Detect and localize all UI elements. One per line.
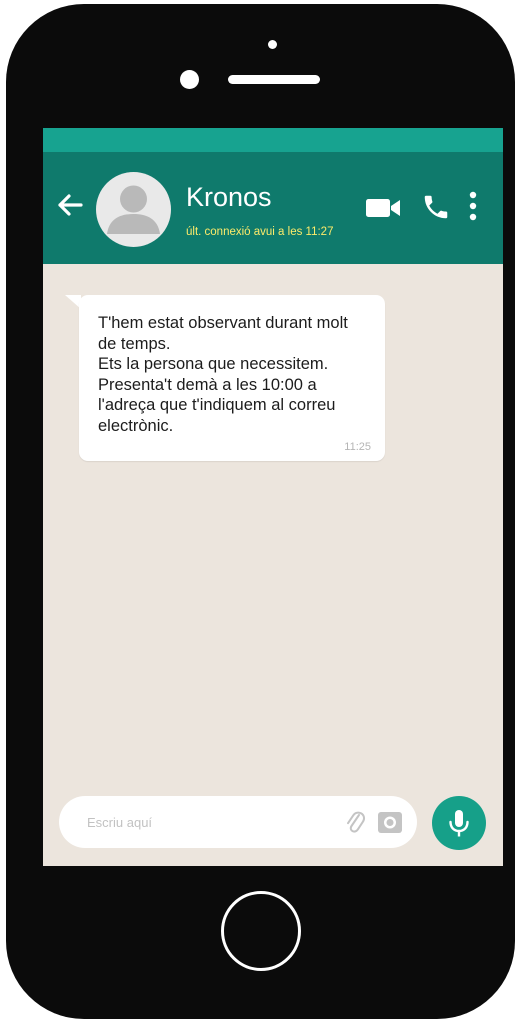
- message-input[interactable]: [87, 811, 327, 833]
- message-line: T'hem estat observant durant molt: [98, 314, 348, 332]
- home-button[interactable]: [221, 891, 301, 971]
- message-composer: [59, 796, 417, 848]
- contact-avatar[interactable]: [96, 172, 171, 247]
- message-line: Presenta't demà a les 10:00 a: [98, 375, 317, 394]
- last-seen-status: últ. connexió avui a les 11:27: [186, 226, 334, 238]
- camera-icon[interactable]: [377, 809, 403, 835]
- front-camera: [180, 70, 199, 89]
- message-line: Ets la persona que necessitem.: [98, 355, 329, 373]
- incoming-message-bubble[interactable]: T'hem estat observant durant molt de tem…: [79, 295, 385, 461]
- message-line: de temps.: [98, 334, 171, 353]
- message-text: T'hem estat observant durant molt de tem…: [98, 313, 365, 436]
- user-avatar-icon: [107, 185, 160, 234]
- microphone-icon: [449, 810, 469, 837]
- message-timestamp: 11:25: [344, 441, 371, 453]
- message-line: electrònic.: [98, 416, 174, 435]
- status-bar: [43, 128, 503, 152]
- voice-message-button[interactable]: [432, 796, 486, 850]
- paperclip-icon[interactable]: [343, 808, 367, 836]
- vertical-dots-menu-icon[interactable]: [467, 190, 479, 222]
- earpiece-speaker: [228, 75, 320, 84]
- video-camera-icon[interactable]: [366, 198, 402, 218]
- message-line: l'adreça que t'indiquem al correu: [98, 396, 336, 414]
- contact-name[interactable]: Kronos: [186, 182, 272, 212]
- phone-screen: Kronos últ. connexió avui a les 11:27 T'…: [43, 128, 503, 866]
- proximity-sensor: [268, 40, 277, 49]
- phone-icon[interactable]: [421, 192, 451, 222]
- back-arrow-icon[interactable]: [55, 190, 85, 220]
- phone-body: Kronos últ. connexió avui a les 11:27 T'…: [6, 4, 515, 1019]
